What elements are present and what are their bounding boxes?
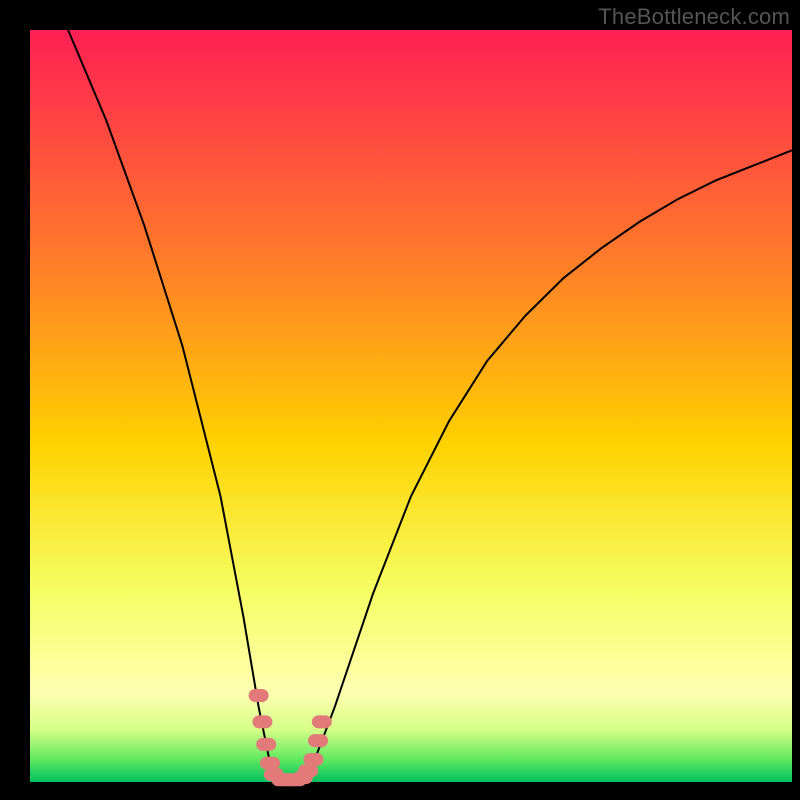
bottleneck-marker (303, 753, 323, 766)
bottleneck-marker (252, 715, 272, 728)
bottleneck-marker (260, 757, 280, 770)
gradient-background (30, 30, 792, 782)
bottleneck-marker (256, 738, 276, 751)
bottleneck-marker (298, 764, 318, 777)
bottleneck-marker (312, 715, 332, 728)
bottleneck-chart (0, 0, 800, 800)
bottleneck-marker (249, 689, 269, 702)
chart-root: TheBottleneck.com (0, 0, 800, 800)
bottleneck-marker (308, 734, 328, 747)
watermark-text: TheBottleneck.com (598, 4, 790, 30)
plot-area (30, 30, 792, 786)
